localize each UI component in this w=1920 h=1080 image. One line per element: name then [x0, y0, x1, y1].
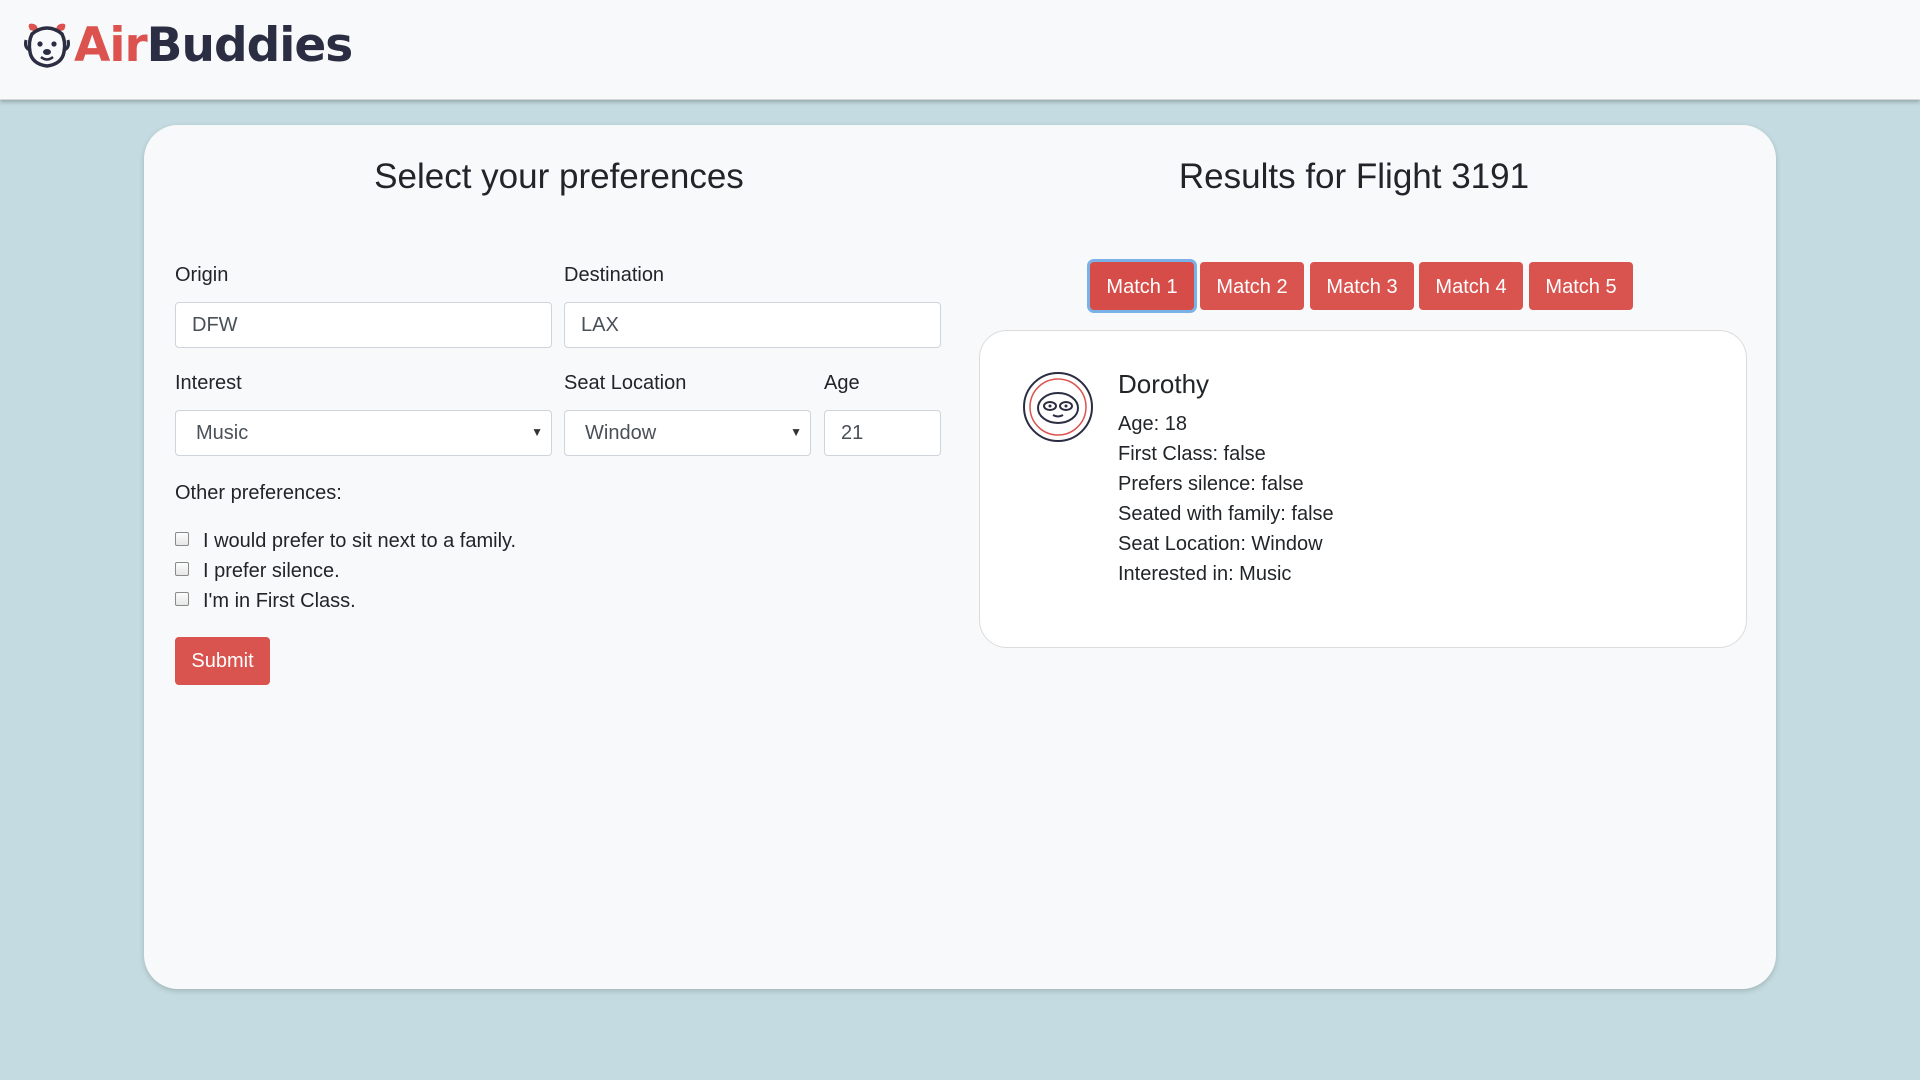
- seat-location-label: Seat Location: [564, 372, 687, 394]
- match-1-button[interactable]: Match 1: [1090, 262, 1194, 310]
- origin-label: Origin: [175, 264, 229, 286]
- family-checkbox[interactable]: [175, 531, 189, 546]
- interest-selected-value: Music: [196, 421, 249, 444]
- silence-checkbox-label: I prefer silence.: [203, 560, 340, 582]
- interest-label: Interest: [175, 372, 242, 394]
- navbar: AirBuddies: [0, 0, 1920, 100]
- first-class-checkbox-label: I'm in First Class.: [203, 590, 356, 612]
- age-input[interactable]: [824, 410, 941, 456]
- age-label: Age: [824, 372, 860, 394]
- family-checkbox-label: I would prefer to sit next to a family.: [203, 530, 517, 552]
- match-4-button[interactable]: Match 4: [1419, 262, 1523, 310]
- match-result-card: Dorothy Age: 18 First Class: false Prefe…: [979, 330, 1747, 648]
- match-5-button[interactable]: Match 5: [1529, 262, 1633, 310]
- dropdown-caret-icon: ▼: [790, 425, 802, 439]
- results-title: Results for Flight 3191: [1178, 157, 1530, 196]
- match-first-class: First Class: false: [1118, 443, 1266, 465]
- family-preference-option[interactable]: I would prefer to sit next to a family.: [175, 530, 516, 553]
- brand-logo[interactable]: AirBuddies: [22, 17, 353, 73]
- seat-location-selected-value: Window: [585, 421, 657, 444]
- submit-button[interactable]: Submit: [175, 637, 270, 685]
- match-2-button[interactable]: Match 2: [1200, 262, 1304, 310]
- destination-input[interactable]: [564, 302, 941, 348]
- silence-preference-option[interactable]: I prefer silence.: [175, 560, 340, 583]
- interest-select[interactable]: Music ▼: [175, 410, 552, 456]
- destination-label: Destination: [564, 264, 665, 286]
- match-seat-location: Seat Location: Window: [1118, 533, 1323, 555]
- dog-face-icon: [24, 23, 70, 68]
- origin-input[interactable]: [175, 302, 552, 348]
- dropdown-caret-icon: ▼: [531, 425, 543, 439]
- match-name: Dorothy: [1118, 369, 1210, 399]
- first-class-preference-option[interactable]: I'm in First Class.: [175, 590, 356, 613]
- match-prefers-silence: Prefers silence: false: [1118, 473, 1304, 495]
- silence-checkbox[interactable]: [175, 561, 189, 576]
- match-age: Age: 18: [1118, 413, 1187, 435]
- preferences-title: Select your preferences: [374, 157, 744, 196]
- match-seated-with-family: Seated with family: false: [1118, 503, 1334, 525]
- other-preferences-label: Other preferences:: [175, 482, 342, 504]
- first-class-checkbox[interactable]: [175, 591, 189, 606]
- sloth-face-icon: [1023, 372, 1093, 442]
- main-card: Select your preferences Origin Destinati…: [144, 125, 1776, 989]
- match-3-button[interactable]: Match 3: [1310, 262, 1414, 310]
- brand-name: AirBuddies: [74, 17, 353, 73]
- seat-location-select[interactable]: Window ▼: [564, 410, 811, 456]
- match-interest: Interested in: Music: [1118, 563, 1292, 585]
